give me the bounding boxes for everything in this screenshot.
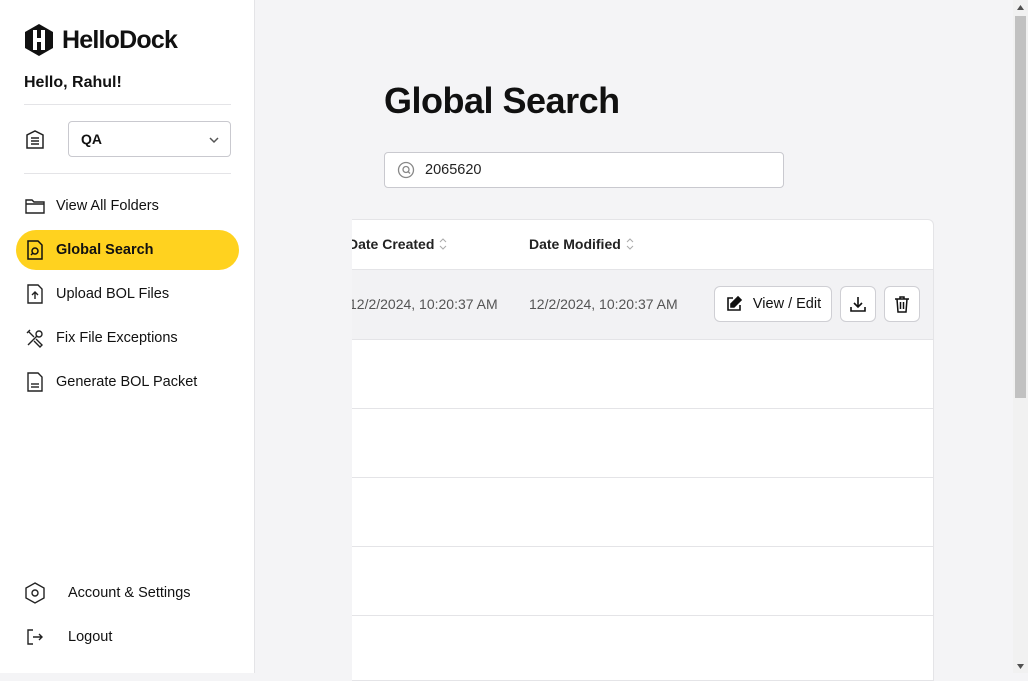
chevron-down-icon [209,137,219,144]
account-settings-label: Account & Settings [68,585,191,601]
table-row [352,477,933,547]
workspace-select[interactable]: QA [68,121,231,157]
nav-item-label: Fix File Exceptions [56,330,178,346]
table-row [352,408,933,478]
folder-icon [24,195,46,217]
divider [24,104,231,105]
delete-button[interactable] [884,286,920,322]
scroll-up-arrow-icon[interactable] [1013,0,1028,14]
view-edit-button[interactable]: View / Edit [714,286,832,322]
table-row [352,546,933,616]
brand-logo[interactable]: HelloDock [24,24,178,56]
logout-link[interactable]: Logout [24,622,112,652]
scroll-down-arrow-icon[interactable] [1013,659,1028,673]
building-icon [26,130,44,149]
nav-item-upload-bol-files[interactable]: Upload BOL Files [16,274,239,314]
file-upload-icon [24,283,46,305]
workspace-selected-value: QA [81,131,102,147]
table-row[interactable]: 12/2/2024, 10:20:37 AM 12/2/2024, 10:20:… [352,270,933,340]
column-header-date-created[interactable]: Date Created [352,236,447,252]
scrollbar-thumb[interactable] [1015,16,1026,398]
nav-item-fix-file-exceptions[interactable]: Fix File Exceptions [16,318,239,358]
user-greeting: Hello, Rahul! [24,74,122,91]
nav-item-label: Upload BOL Files [56,286,170,302]
column-header-date-modified[interactable]: Date Modified [529,236,634,252]
page-title: Global Search [384,80,620,121]
edit-icon [727,295,743,311]
nav-item-label: Generate BOL Packet [56,374,198,390]
download-icon [850,297,866,312]
table-row [352,615,933,680]
trash-icon [895,296,909,313]
account-settings-link[interactable]: Account & Settings [24,578,191,608]
divider [24,173,231,174]
nav-item-label: Global Search [56,242,154,258]
search-input[interactable] [423,161,757,179]
date-created-cell: 12/2/2024, 10:20:37 AM [352,296,498,312]
tools-icon [24,327,46,349]
page-scrollbar[interactable] [1013,0,1028,673]
logout-icon [24,626,46,648]
file-search-icon [24,239,46,261]
column-header-label: Date Created [352,236,435,252]
sort-icon [626,238,634,250]
date-modified-cell: 12/2/2024, 10:20:37 AM [529,296,678,312]
table-header: Date Created Date Modified [352,220,933,270]
search-box[interactable] [384,152,784,188]
nav-item-view-all-folders[interactable]: View All Folders [16,186,239,226]
nav-item-label: View All Folders [56,198,159,214]
table-row [352,339,933,409]
logout-label: Logout [68,629,113,645]
settings-hex-icon [24,582,46,604]
nav-item-global-search[interactable]: Global Search [16,230,239,270]
column-header-label: Date Modified [529,236,621,252]
download-button[interactable] [840,286,876,322]
results-table: Date Created Date Modified 12/2/2024, 10… [352,219,934,681]
brand-name: HelloDock [62,25,178,54]
sort-icon [440,238,447,250]
search-icon [397,161,415,179]
nav-item-generate-bol-packet[interactable]: Generate BOL Packet [16,362,239,402]
sidebar: HelloDock Hello, Rahul! QA View All Fold… [0,0,255,673]
hellodock-logo-icon [25,24,53,56]
document-icon [24,371,46,393]
view-edit-label: View / Edit [752,296,822,312]
